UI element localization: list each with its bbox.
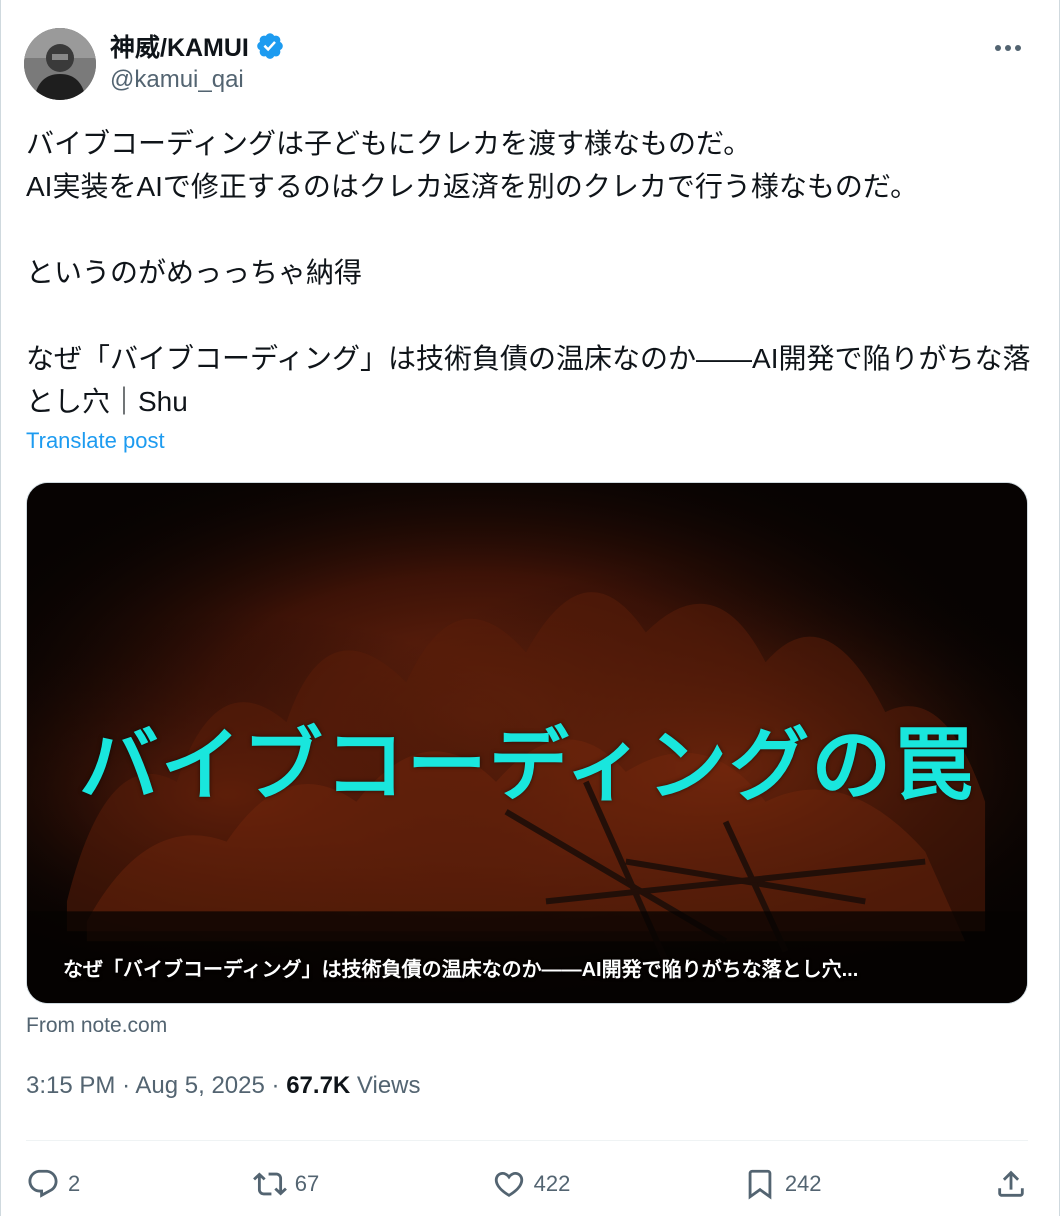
author-handle[interactable]: @kamui_qai	[110, 66, 244, 94]
post-time[interactable]: 3:15 PM	[26, 1072, 115, 1099]
more-horizontal-icon	[995, 45, 1021, 51]
avatar[interactable]	[24, 28, 96, 100]
views-count: 67.7K	[286, 1072, 351, 1099]
post-text: バイブコーディングは子どもにクレカを渡す様なものだ。 AI実装をAIで修正するの…	[26, 128, 1031, 417]
verified-badge-icon	[257, 33, 283, 59]
action-bar: 2 67 422 242	[26, 1158, 1028, 1210]
heart-icon	[494, 1171, 523, 1197]
author-name-row[interactable]: 神威/KAMUI	[110, 28, 285, 64]
meta-separator: ·	[122, 1072, 136, 1099]
bookmark-count: 242	[784, 1171, 822, 1196]
divider	[26, 1140, 1028, 1141]
bookmark-icon	[748, 1169, 772, 1200]
more-options-button[interactable]	[988, 30, 1028, 66]
reply-icon	[28, 1169, 58, 1198]
author-display-name[interactable]: 神威/KAMUI	[110, 28, 249, 64]
reply-button[interactable]: 2	[26, 1167, 80, 1201]
translate-post-link[interactable]: Translate post	[26, 428, 165, 454]
views-label: Views	[356, 1072, 421, 1099]
like-count: 422	[533, 1171, 571, 1196]
reply-count: 2	[68, 1171, 81, 1196]
like-button[interactable]: 422	[492, 1167, 571, 1201]
share-button[interactable]	[994, 1167, 1028, 1201]
card-source[interactable]: From note.com	[26, 1014, 167, 1038]
repost-count: 67	[294, 1171, 320, 1196]
bookmark-button[interactable]: 242	[743, 1167, 822, 1201]
post-date[interactable]: Aug 5, 2025	[135, 1072, 264, 1099]
share-icon	[998, 1170, 1024, 1197]
meta-separator: ·	[271, 1072, 287, 1099]
repost-icon	[252, 1172, 287, 1196]
avatar-photo-icon	[24, 28, 96, 100]
link-card[interactable]: バイブコーディングの罠 なぜ「バイブコーディング」は技術負債の温床なのか——AI…	[26, 482, 1028, 1004]
card-caption: なぜ「バイブコーディング」は技術負債の温床なのか——AI開発で陥りがちな落とし穴…	[63, 959, 859, 981]
card-headline: バイブコーディングの罠	[78, 719, 976, 812]
post-meta: 3:15 PM · Aug 5, 2025 · 67.7K Views	[26, 1072, 421, 1100]
repost-button[interactable]: 67	[252, 1167, 320, 1201]
